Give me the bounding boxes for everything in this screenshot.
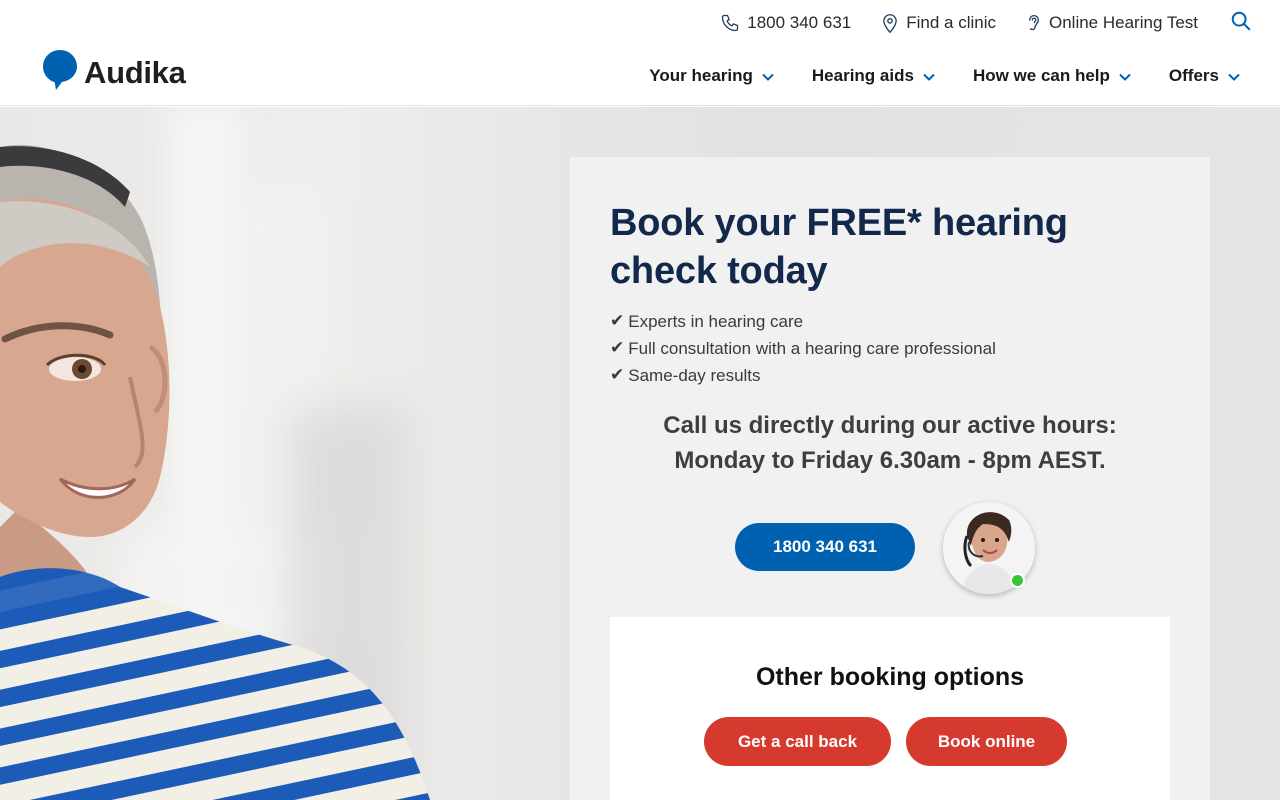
benefit-item: ✔ Full consultation with a hearing care … bbox=[610, 335, 996, 362]
logo-speech-bubble-icon bbox=[42, 49, 78, 96]
find-clinic-link[interactable]: Find a clinic bbox=[881, 13, 996, 34]
chevron-down-icon bbox=[1119, 66, 1131, 86]
check-icon: ✔ bbox=[610, 338, 625, 358]
nav-hearing-aids[interactable]: Hearing aids bbox=[812, 66, 935, 86]
online-hearing-test-link[interactable]: Online Hearing Test bbox=[1026, 13, 1198, 34]
search-button[interactable] bbox=[1230, 10, 1252, 37]
hero-woman-image bbox=[0, 144, 430, 800]
main-nav: Your hearing Hearing aids How we can hel… bbox=[649, 62, 1240, 90]
logo-text: Audika bbox=[84, 54, 186, 90]
benefit-text: Full consultation with a hearing care pr… bbox=[628, 339, 996, 358]
booking-title: Book your FREE* hearing check today bbox=[610, 202, 1068, 292]
search-icon bbox=[1230, 10, 1252, 37]
check-icon: ✔ bbox=[610, 311, 625, 331]
booking-card: Book your FREE* hearing check today ✔ Ex… bbox=[570, 157, 1210, 800]
check-icon: ✔ bbox=[610, 365, 625, 385]
phone-link-label: 1800 340 631 bbox=[747, 13, 852, 32]
find-clinic-label: Find a clinic bbox=[906, 13, 996, 32]
nav-label: Hearing aids bbox=[811, 66, 914, 85]
benefit-item: ✔ Same-day results bbox=[610, 362, 996, 389]
get-call-back-button[interactable]: Get a call back bbox=[704, 717, 891, 766]
active-hours-line-1: Call us directly during our active hours… bbox=[663, 412, 1117, 439]
other-booking-title: Other booking options bbox=[755, 663, 1025, 691]
online-hearing-test-label: Online Hearing Test bbox=[1049, 13, 1198, 32]
hero-section: Book your FREE* hearing check today ✔ Ex… bbox=[0, 107, 1280, 800]
online-status-indicator bbox=[1010, 573, 1025, 588]
nav-your-hearing[interactable]: Your hearing bbox=[649, 66, 774, 86]
ear-icon bbox=[1026, 13, 1042, 34]
nav-offers[interactable]: Offers bbox=[1169, 66, 1240, 86]
utility-bar: 1800 340 631 Find a clinic Online Hearin… bbox=[720, 10, 1252, 36]
book-online-button[interactable]: Book online bbox=[906, 717, 1067, 766]
map-pin-icon bbox=[881, 13, 899, 34]
nav-label: Your hearing bbox=[649, 66, 753, 85]
call-phone-button[interactable]: 1800 340 631 bbox=[735, 523, 915, 571]
site-header: 1800 340 631 Find a clinic Online Hearin… bbox=[0, 0, 1280, 106]
chevron-down-icon bbox=[762, 66, 774, 86]
nav-how-we-can-help[interactable]: How we can help bbox=[973, 66, 1131, 86]
benefits-list: ✔ Experts in hearing care ✔ Full consult… bbox=[610, 308, 996, 389]
nav-label: Offers bbox=[1168, 66, 1219, 85]
benefit-item: ✔ Experts in hearing care bbox=[610, 308, 996, 335]
active-hours-text: Call us directly during our active hours… bbox=[570, 408, 1210, 478]
chevron-down-icon bbox=[923, 66, 935, 86]
active-hours-line-2: Monday to Friday 6.30am - 8pm AEST. bbox=[674, 447, 1106, 474]
nav-label: How we can help bbox=[972, 66, 1110, 85]
audika-logo[interactable]: Audika bbox=[42, 49, 186, 96]
chevron-down-icon bbox=[1228, 66, 1240, 86]
phone-icon bbox=[720, 13, 740, 33]
benefit-text: Same-day results bbox=[628, 366, 761, 385]
phone-link[interactable]: 1800 340 631 bbox=[720, 13, 851, 33]
other-booking-options: Other booking options Get a call back Bo… bbox=[610, 617, 1170, 800]
benefit-text: Experts in hearing care bbox=[628, 312, 804, 331]
